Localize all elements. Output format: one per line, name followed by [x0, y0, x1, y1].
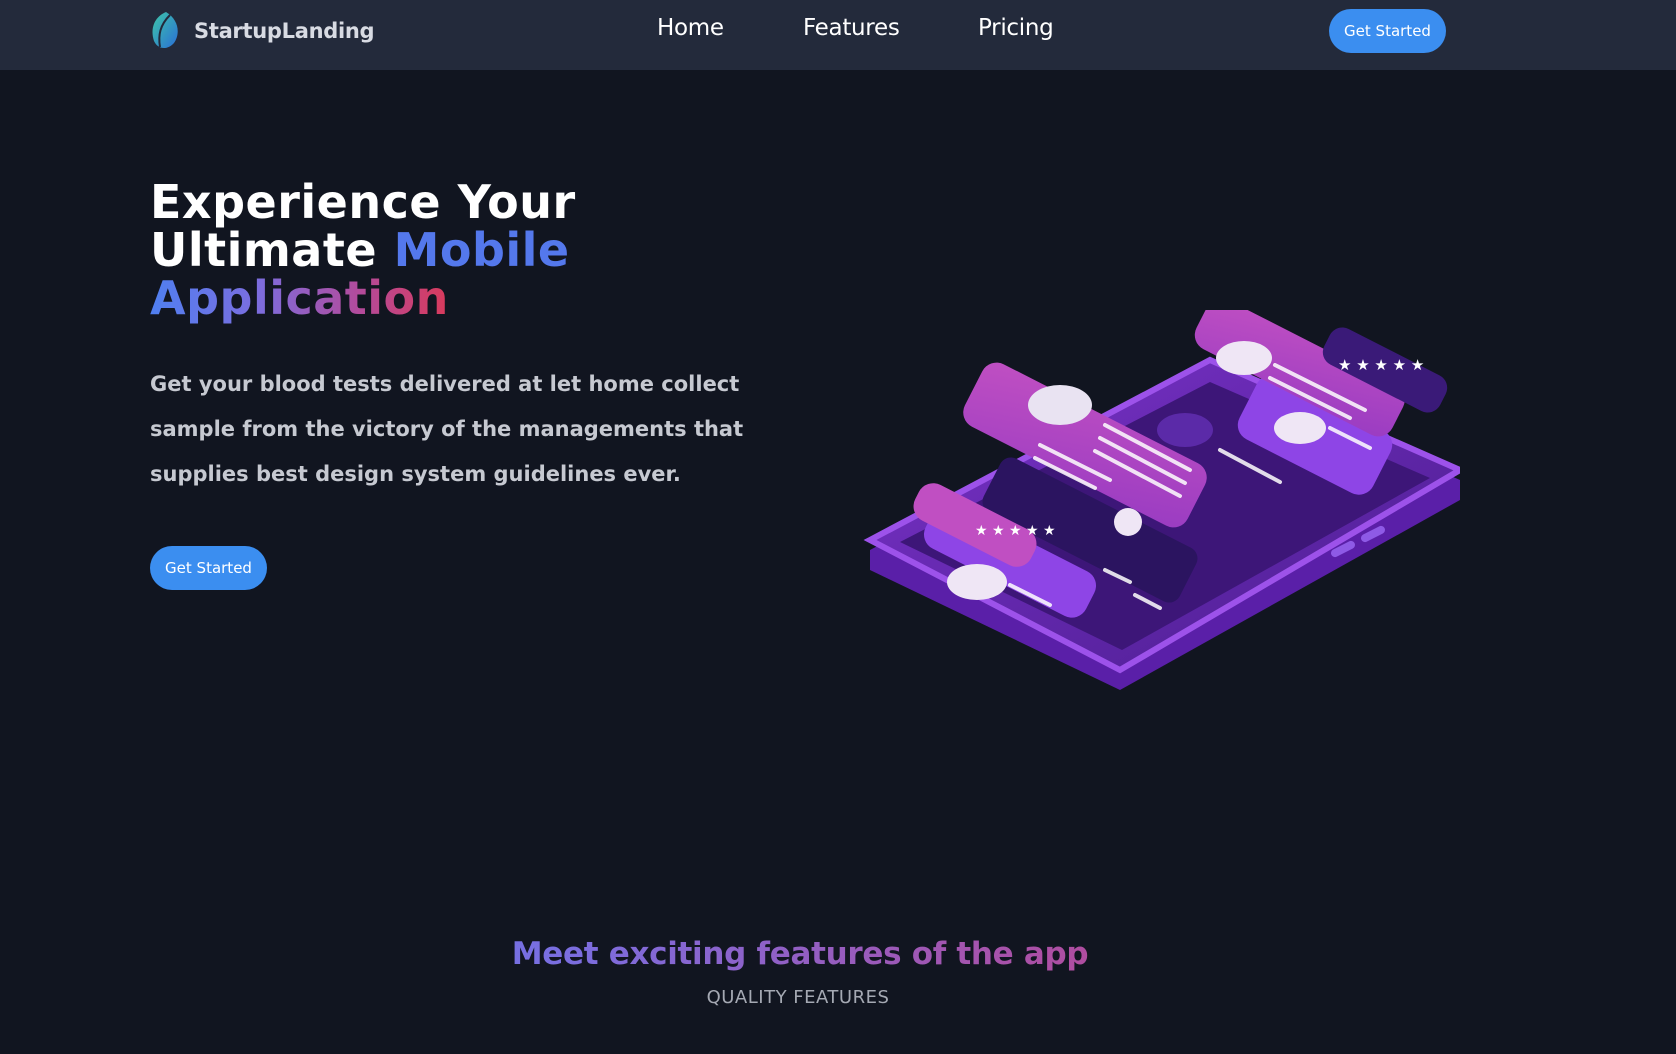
hero-title-line2: Ultimate — [150, 223, 378, 277]
isometric-phone-illustration: ★ ★ ★ ★ ★ ★ ★ ★ ★ ★ — [863, 310, 1460, 690]
features-title: Meet exciting features of the app — [0, 936, 1600, 972]
brand-logo[interactable]: StartupLanding — [150, 11, 375, 51]
nav-link-pricing[interactable]: Pricing — [978, 15, 1054, 41]
get-started-nav-button[interactable]: Get Started — [1329, 9, 1446, 53]
brand-name: StartupLanding — [194, 19, 375, 43]
hero-title: Experience Your Ultimate Mobile Applicat… — [150, 178, 770, 322]
get-started-hero-button[interactable]: Get Started — [150, 546, 267, 590]
hero-title-line1: Experience Your — [150, 175, 576, 229]
hero-title-accent: Mobile — [393, 223, 570, 277]
svg-text:★ ★ ★ ★ ★: ★ ★ ★ ★ ★ — [1338, 356, 1424, 374]
features-subtitle: QUALITY FEATURES — [706, 987, 890, 1008]
navbar: StartupLanding Home Features Pricing Get… — [0, 0, 1676, 70]
hero-title-line3: Application — [150, 271, 449, 325]
nav-link-features[interactable]: Features — [803, 15, 900, 41]
nav-link-home[interactable]: Home — [657, 15, 724, 41]
svg-text:★ ★ ★ ★ ★: ★ ★ ★ ★ ★ — [975, 523, 1056, 539]
leaf-logo-icon — [152, 12, 178, 49]
hero-description: Get your blood tests delivered at let ho… — [150, 372, 744, 486]
